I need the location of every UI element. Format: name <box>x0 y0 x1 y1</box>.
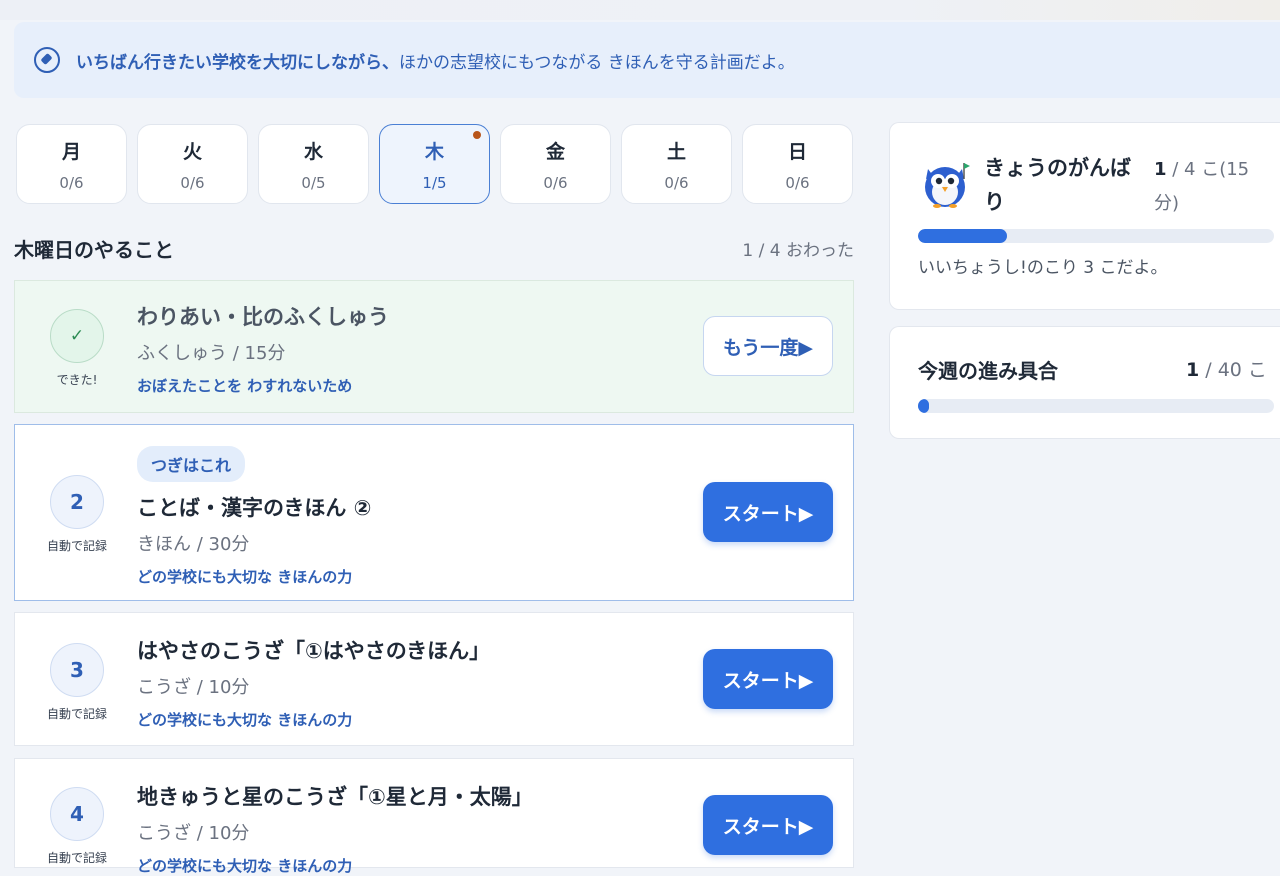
banner-strong-text: いちばん行きたい学校を大切にしながら、 <box>76 52 399 73</box>
task-status: 3 自動で記録 <box>15 643 139 722</box>
banner-text: ほかの志望校にもつながる きほんを守る計画だよ。 <box>399 52 795 73</box>
tab-day-sun[interactable]: 日 0/6 <box>742 124 853 204</box>
week-progress-card: 今週の進み具合 1 / 40 こ <box>889 326 1280 439</box>
day-name: 月 <box>61 140 81 163</box>
owl-mascot-icon <box>925 163 970 208</box>
task-purpose: どの学校にも大切な きほんの力 <box>137 711 353 729</box>
today-total: / 4 こ(15分) <box>1154 159 1250 214</box>
day-count: 0/6 <box>785 173 810 192</box>
today-title: きょうのがんばり <box>984 156 1131 214</box>
today-progress-card: きょうのがんばり 1 / 4 こ(15分) いいちょうし!のこり 3 こだよ。 <box>889 122 1280 310</box>
task-status-caption: できた! <box>56 373 98 387</box>
day-count: 0/6 <box>180 173 205 192</box>
check-icon: ✓ <box>50 309 104 363</box>
day-name: 木 <box>424 140 444 163</box>
tab-day-tue[interactable]: 火 0/6 <box>137 124 248 204</box>
today-message: いいちょうし!のこり 3 こだよ。 <box>918 258 1168 278</box>
tab-day-sat[interactable]: 土 0/6 <box>621 124 732 204</box>
tab-day-wed[interactable]: 水 0/5 <box>258 124 369 204</box>
week-title: 今週の進み具合 <box>918 359 1058 383</box>
task-title: 地きゅうと星のこうざ「①星と月・太陽」 <box>137 785 533 809</box>
task-meta: きほん / 30分 <box>137 534 250 555</box>
task-card-3: 3 自動で記録 はやさのこうざ「①はやさのきほん」 こうざ / 10分 どの学校… <box>14 612 854 746</box>
task-title: わりあい・比のふくしゅう <box>137 305 389 329</box>
week-done-count: 1 <box>1186 359 1200 381</box>
task-card-1: ✓ できた! わりあい・比のふくしゅう ふくしゅう / 15分 おぼえたことを … <box>14 280 854 413</box>
compass-icon <box>34 47 60 73</box>
task-title: はやさのこうざ「①はやさのきほん」 <box>137 639 491 663</box>
day-section-header: 木曜日のやること 1 / 4 おわった <box>14 234 854 263</box>
task-meta: こうざ / 10分 <box>137 677 250 698</box>
task-status: ✓ できた! <box>15 309 139 388</box>
today-progress-fill <box>918 229 1007 243</box>
day-name: 水 <box>303 140 323 163</box>
task-status: 2 自動で記録 <box>15 475 139 554</box>
day-count: 0/5 <box>301 173 326 192</box>
day-count: 0/6 <box>543 173 568 192</box>
task-number-badge: 3 <box>50 643 104 697</box>
task-status-caption: 自動で記録 <box>46 851 107 865</box>
tab-day-thu[interactable]: 木 1/5 <box>379 124 490 204</box>
day-name: 日 <box>787 140 807 163</box>
task-status: 4 自動で記録 <box>15 787 139 866</box>
task-card-2: 2 自動で記録 つぎはこれ ことば・漢字のきほん ② きほん / 30分 どの学… <box>14 424 854 601</box>
today-count: 1 / 4 こ(15分) <box>1154 153 1269 221</box>
week-progress-bar <box>918 399 1274 413</box>
task-status-caption: 自動で記録 <box>46 539 107 553</box>
task-status-caption: 自動で記録 <box>46 707 107 721</box>
week-count: 1 / 40 こ <box>1186 355 1267 382</box>
day-count: 0/6 <box>59 173 84 192</box>
task-purpose: どの学校にも大切な きほんの力 <box>137 568 353 586</box>
task-body: 地きゅうと星のこうざ「①星と月・太陽」 こうざ / 10分 どの学校にも大切な … <box>137 781 533 876</box>
task-purpose: どの学校にも大切な きほんの力 <box>137 857 353 875</box>
day-name: 土 <box>666 140 686 163</box>
task-meta: こうざ / 10分 <box>137 823 250 844</box>
plan-banner: いちばん行きたい学校を大切にしながら、 ほかの志望校にもつながる きほんを守る計… <box>14 22 1280 98</box>
task-card-4: 4 自動で記録 地きゅうと星のこうざ「①星と月・太陽」 こうざ / 10分 どの… <box>14 758 854 875</box>
task-number-badge: 2 <box>50 475 104 529</box>
task-body: つぎはこれ ことば・漢字のきほん ② きほん / 30分 どの学校にも大切な き… <box>137 446 371 587</box>
week-progress-fill <box>918 399 929 413</box>
task-purpose: おぼえたことを わすれないため <box>137 377 353 395</box>
day-name: 火 <box>182 140 202 163</box>
task-meta: ふくしゅう / 15分 <box>137 343 286 364</box>
retry-button[interactable]: もう一度▶ <box>703 316 833 376</box>
day-tabs: 月 0/6 火 0/6 水 0/5 木 1/5 金 0/6 土 0/6 日 0/… <box>16 124 853 204</box>
day-count: 0/6 <box>664 173 689 192</box>
tab-day-fri[interactable]: 金 0/6 <box>500 124 611 204</box>
section-progress: 1 / 4 おわった <box>742 241 854 261</box>
task-body: はやさのこうざ「①はやさのきほん」 こうざ / 10分 どの学校にも大切な きほ… <box>137 635 490 730</box>
start-button[interactable]: スタート▶ <box>703 649 833 709</box>
day-name: 金 <box>545 140 565 163</box>
today-progress-bar <box>918 229 1274 243</box>
tab-day-mon[interactable]: 月 0/6 <box>16 124 127 204</box>
top-strip <box>0 0 1280 20</box>
task-body: わりあい・比のふくしゅう ふくしゅう / 15分 おぼえたことを わすれないため <box>137 301 389 396</box>
task-number-badge: 4 <box>50 787 104 841</box>
today-dot-indicator <box>473 131 481 139</box>
next-up-badge: つぎはこれ <box>137 446 246 482</box>
day-count: 1/5 <box>422 173 447 192</box>
start-button[interactable]: スタート▶ <box>703 482 833 542</box>
today-done-count: 1 <box>1154 159 1167 180</box>
week-total: / 40 こ <box>1199 359 1267 381</box>
section-title: 木曜日のやること <box>14 238 174 262</box>
start-button[interactable]: スタート▶ <box>703 795 833 855</box>
task-title: ことば・漢字のきほん ② <box>137 496 372 520</box>
